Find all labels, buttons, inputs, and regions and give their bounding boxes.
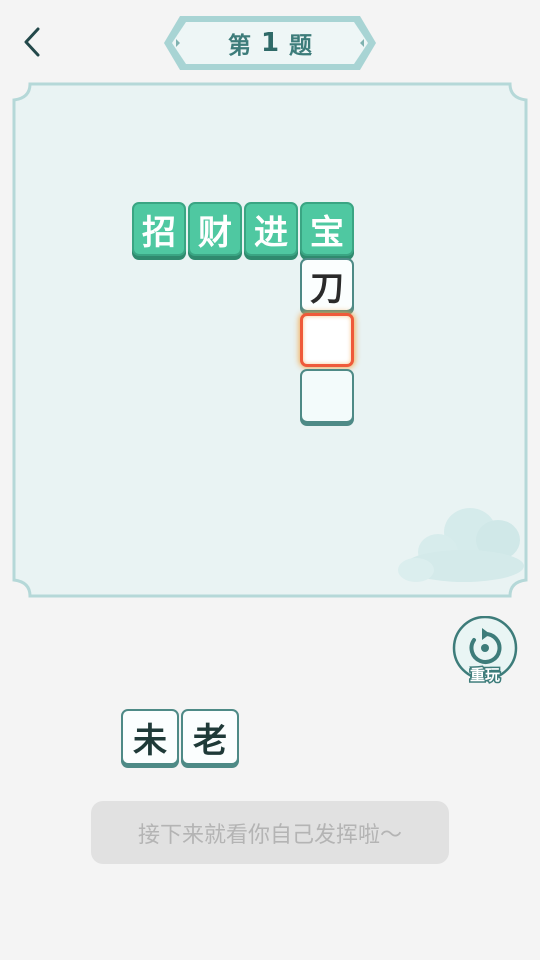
- cloud-decoration: [398, 508, 524, 582]
- word-tile: 宝: [300, 202, 354, 256]
- hint-bar: 接下来就看你自己发挥啦～: [91, 801, 449, 864]
- title-suffix: 题: [289, 33, 313, 59]
- word-tile: 进: [244, 202, 298, 256]
- level-number: 1: [260, 28, 280, 58]
- back-button[interactable]: [14, 24, 50, 60]
- puzzle-board: 招 财 进 宝 刀: [12, 82, 528, 598]
- option-tile[interactable]: 未: [121, 709, 179, 765]
- replay-label: 重玩: [468, 665, 501, 686]
- title-prefix: 第: [227, 33, 251, 59]
- option-tile[interactable]: 老: [181, 709, 239, 765]
- hint-text: 接下来就看你自己发挥啦～: [137, 822, 402, 848]
- chevron-left-icon: [24, 27, 40, 57]
- level-title-banner: 第 1 题: [162, 14, 378, 72]
- word-tile: 财: [188, 202, 242, 256]
- selected-blank-tile[interactable]: [300, 313, 354, 367]
- replay-button[interactable]: 重玩: [452, 615, 518, 686]
- word-tile: 招: [132, 202, 186, 256]
- filled-tile[interactable]: 刀: [300, 258, 354, 312]
- blank-tile[interactable]: [300, 369, 354, 423]
